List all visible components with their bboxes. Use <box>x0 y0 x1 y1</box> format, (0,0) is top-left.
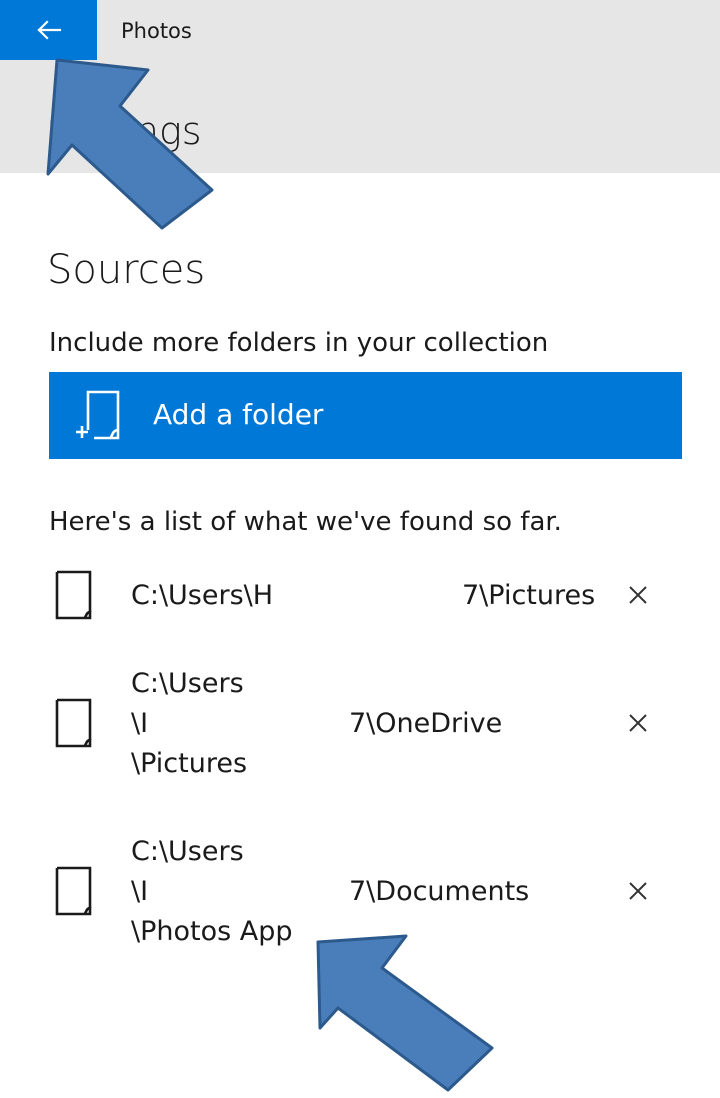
folder-list-item: C:\Users \I \Photos App 7\Documents <box>0 832 720 952</box>
folder-icon <box>55 866 92 916</box>
folder-icon <box>55 570 92 620</box>
app-title: Photos <box>121 19 192 43</box>
folder-path: C:\Users\H <box>131 580 274 611</box>
add-folder-button[interactable]: Add a folder <box>49 372 682 459</box>
folder-icon <box>55 698 92 748</box>
folder-path: C:\Users \I \Pictures <box>131 668 248 779</box>
add-folder-label: Add a folder <box>153 398 324 431</box>
folder-add-icon <box>76 390 120 440</box>
folder-list-item: C:\Users \I \Pictures 7\OneDrive <box>0 664 720 784</box>
sources-heading: Sources <box>47 247 206 293</box>
folder-path-end: 7\Documents <box>349 876 530 907</box>
close-icon[interactable] <box>622 875 654 907</box>
annotation-arrow-icon <box>316 934 494 1092</box>
close-icon[interactable] <box>622 579 654 611</box>
found-folders-description: Here's a list of what we've found so far… <box>49 507 562 537</box>
sources-description: Include more folders in your collection <box>49 328 549 358</box>
folder-path-end: 7\OneDrive <box>349 708 503 739</box>
close-icon[interactable] <box>622 707 654 739</box>
arrow-left-icon <box>36 20 61 40</box>
folder-list-item: C:\Users\H 7\Pictures <box>0 568 720 628</box>
settings-header: Photos Settings <box>0 0 720 173</box>
folder-path-end: 7\Pictures <box>462 580 596 611</box>
folder-path: C:\Users \I \Photos App <box>131 836 293 947</box>
photos-settings-page: Photos Settings Sources Include more fol… <box>0 0 720 1098</box>
back-button[interactable] <box>0 0 97 60</box>
page-title: Settings <box>47 109 202 153</box>
